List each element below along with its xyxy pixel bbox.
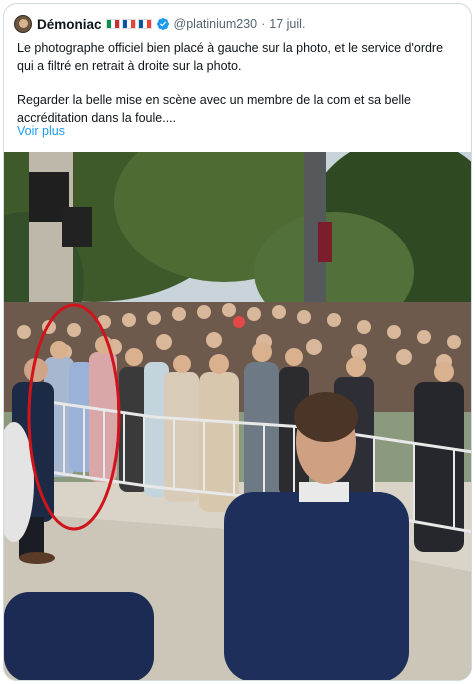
tweet-text: Le photographe officiel bien placé à gau… [17,40,462,127]
verified-badge-icon [156,18,169,30]
tweet-photo[interactable] [4,152,471,680]
tweet-header: Démoniac @platinium230 · 17 juil. [14,14,305,34]
author-name[interactable]: Démoniac [37,17,102,32]
tweet-paragraph: Le photographe officiel bien placé à gau… [17,41,444,73]
tweet-paragraph: Regarder la belle mise en scène avec un … [17,93,411,125]
show-more-link[interactable]: Voir plus [17,124,65,138]
author-handle[interactable]: @platinium230 [174,17,258,31]
italy-flag-icon [105,19,120,29]
france-flag-icon [137,19,152,29]
separator-dot: · [261,17,266,31]
tweet-card[interactable]: Démoniac @platinium230 · 17 juil. Le pho… [3,3,472,681]
tweet-date[interactable]: 17 juil. [269,17,305,31]
france-flag-icon [121,19,136,29]
avatar-icon[interactable] [14,15,32,33]
crowd-photo [4,152,471,680]
